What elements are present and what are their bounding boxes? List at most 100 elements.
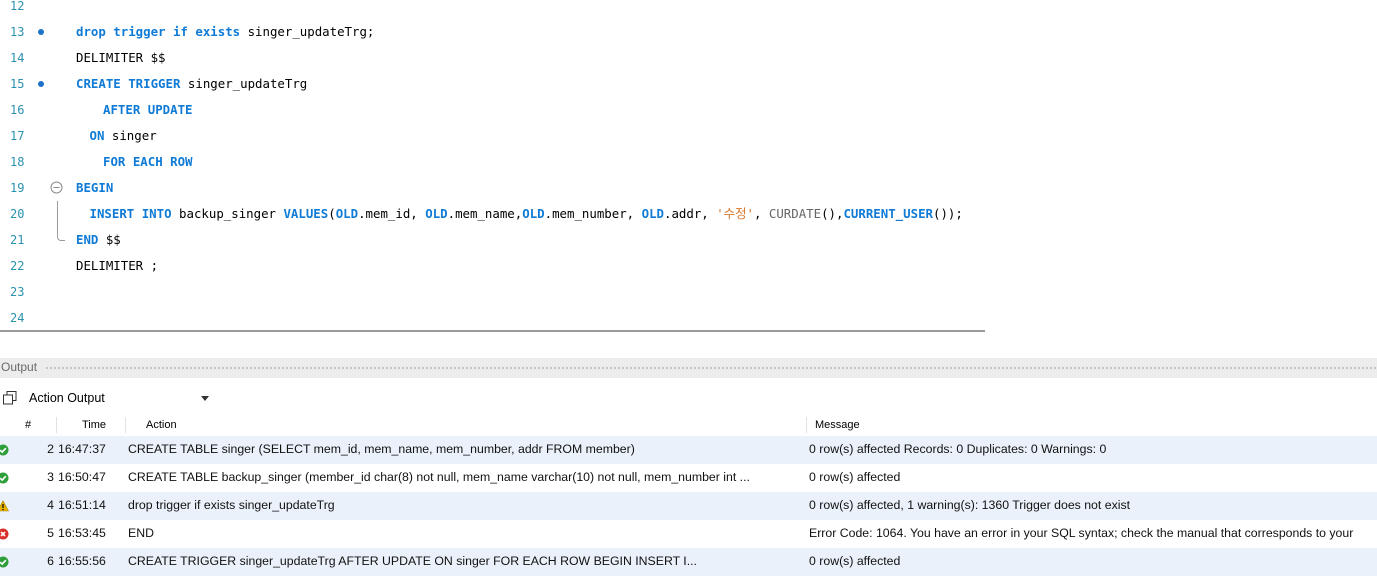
code-token: CREATE TRIGGER [76, 76, 188, 91]
code-token: BEGIN [76, 180, 114, 195]
chevron-down-icon [201, 396, 209, 401]
row-time: 16:51:14 [58, 498, 106, 512]
row-message: Error Code: 1064. You have an error in y… [809, 526, 1354, 540]
code-token: AFTER UPDATE [103, 102, 193, 117]
line-number: 16 [10, 103, 25, 117]
code-token: VALUES [283, 206, 329, 221]
check-circle-icon [0, 556, 9, 568]
code-line[interactable]: 20 INSERT INTO backup_singer VALUES(OLD.m… [0, 201, 1377, 227]
line-number: 23 [10, 285, 25, 299]
code-token: DELIMITER $$ [76, 50, 166, 65]
row-action: drop trigger if exists singer_updateTrg [128, 498, 335, 512]
code-text: BEGIN [76, 175, 113, 201]
code-token: FOR EACH ROW [103, 154, 193, 169]
code-text: CREATE TRIGGER singer_updateTrg [76, 71, 307, 97]
code-line[interactable]: 15 CREATE TRIGGER singer_updateTrg [0, 71, 1377, 97]
row-action: END [128, 526, 154, 540]
code-token: CURDATE [768, 206, 822, 221]
line-number: 15 [10, 77, 25, 91]
copy-icon[interactable] [2, 390, 18, 406]
line-number: 18 [10, 155, 25, 169]
error-x-circle-icon [0, 528, 9, 540]
line-number: 21 [10, 233, 25, 247]
row-action: CREATE TRIGGER singer_updateTrg AFTER UP… [128, 554, 697, 568]
code-text: DELIMITER $$ [76, 45, 166, 71]
table-header: # Time Action Message [0, 414, 1377, 436]
table-row[interactable]: 2 16:47:37 CREATE TABLE singer (SELECT mem… [0, 436, 1377, 464]
code-token: OLD [335, 206, 359, 221]
row-message: 0 row(s) affected Records: 0 Duplicates:… [809, 442, 1107, 456]
code-line[interactable]: 16 AFTER UPDATE [0, 97, 1377, 123]
line-number: 20 [10, 207, 25, 221]
code-text: END $$ [76, 227, 121, 253]
code-line[interactable]: 18 FOR EACH ROW [0, 149, 1377, 175]
row-action: CREATE TABLE singer (SELECT mem_id, mem_… [128, 442, 635, 456]
code-token: .mem_id, [358, 206, 426, 221]
code-token: ON [89, 128, 112, 143]
code-token: .mem_name, [447, 206, 523, 221]
code-token: (), [821, 206, 844, 221]
code-text: INSERT INTO backup_singer VALUES(OLD.mem… [90, 201, 963, 227]
code-line[interactable]: 13 drop trigger if exists singer_updateTr… [0, 19, 1377, 45]
row-time: 16:47:37 [58, 442, 106, 456]
row-message: 0 row(s) affected [809, 470, 901, 484]
row-action: CREATE TABLE backup_singer (member_id ch… [128, 470, 750, 484]
line-number: 12 [10, 0, 25, 13]
code-token: backup_singer [179, 206, 284, 221]
output-type-select-value: Action Output [29, 391, 105, 405]
column-header-num[interactable]: # [25, 419, 31, 431]
check-circle-icon [0, 444, 9, 456]
code-token: ( [328, 206, 336, 221]
code-line[interactable]: 17 ON singer [0, 123, 1377, 149]
check-circle-icon [0, 472, 9, 484]
code-text: FOR EACH ROW [103, 149, 193, 175]
row-number: 5 [47, 526, 54, 540]
table-row[interactable]: 5 16:53:45 END Error Code: 1064. You have a… [0, 520, 1377, 548]
code-token: OLD [522, 206, 545, 221]
line-number: 14 [10, 51, 25, 65]
warning-triangle-icon [0, 500, 9, 512]
line-number: 13 [10, 25, 25, 39]
code-token: OLD [641, 206, 664, 221]
output-toolbar: Action Output [0, 385, 1377, 411]
code-line[interactable]: 14 DELIMITER $$ [0, 45, 1377, 71]
row-number: 2 [47, 442, 54, 456]
code-line[interactable]: 23 [0, 279, 1377, 305]
output-panel-header: Output [0, 358, 1377, 378]
code-token: drop trigger if exists [76, 24, 248, 39]
code-line[interactable]: 21 END $$ [0, 227, 1377, 253]
row-number: 4 [47, 498, 54, 512]
action-output-table: # Time Action Message 2 16:47:37 CREATE TA… [0, 414, 1377, 587]
table-row[interactable]: 3 16:50:47 CREATE TABLE backup_singer (mem… [0, 464, 1377, 492]
statement-marker-icon[interactable] [38, 29, 44, 35]
code-line[interactable]: 19 BEGIN [0, 175, 1377, 201]
table-row[interactable]: 6 16:55:56 CREATE TRIGGER singer_updateTrg… [0, 548, 1377, 576]
code-line[interactable]: 24 [0, 305, 1377, 325]
code-token: singer_updateTrg [187, 76, 308, 91]
code-token: OLD [425, 206, 448, 221]
code-token: singer_updateTrg; [247, 24, 375, 39]
code-line[interactable]: 22 DELIMITER ; [0, 253, 1377, 279]
code-token: .mem_number, [544, 206, 642, 221]
fold-collapse-icon[interactable] [50, 181, 63, 194]
line-number: 19 [10, 181, 25, 195]
panel-grip[interactable] [45, 366, 1377, 370]
code-token: .addr, [664, 206, 717, 221]
column-header-time[interactable]: Time [82, 419, 106, 431]
line-number: 17 [10, 129, 25, 143]
column-header-action[interactable]: Action [146, 419, 177, 431]
output-type-select[interactable]: Action Output [25, 387, 215, 409]
statement-marker-icon[interactable] [38, 81, 44, 87]
editor-horizontal-scrollbar[interactable] [0, 330, 985, 332]
code-token: ()); [933, 206, 963, 221]
row-time: 16:50:47 [58, 470, 106, 484]
fold-guide [57, 201, 58, 227]
code-text: drop trigger if exists singer_updateTrg; [76, 19, 374, 45]
row-message: 0 row(s) affected [809, 554, 901, 568]
code-token: '수정' [716, 206, 754, 221]
sql-editor[interactable]: 12 13 drop trigger if exists singer_update… [0, 0, 1377, 325]
column-header-message[interactable]: Message [815, 419, 860, 431]
table-row[interactable]: 4 16:51:14 drop trigger if exists singer_u… [0, 492, 1377, 520]
row-number: 3 [47, 470, 54, 484]
code-line[interactable]: 12 [0, 0, 1377, 19]
